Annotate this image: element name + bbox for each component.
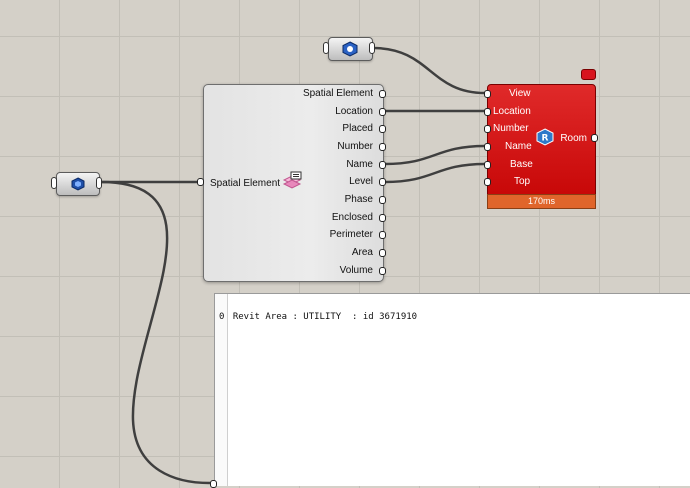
spatial-element-input-label: Spatial Element <box>210 178 281 189</box>
input-number: Number <box>493 123 529 134</box>
wire-level <box>384 162 486 184</box>
port-spatial-element[interactable] <box>379 90 386 98</box>
output-name: Name <box>346 159 373 170</box>
spatial-element-icon <box>282 171 302 189</box>
input-base: Base <box>510 159 533 170</box>
room-input-port-top[interactable] <box>484 178 491 186</box>
port-phase[interactable] <box>379 196 386 204</box>
port-area[interactable] <box>379 249 386 257</box>
wire-source-to-panel <box>100 180 215 485</box>
panel-row-index: 0 <box>219 312 225 322</box>
output-spatial-element: Spatial Element <box>302 88 373 99</box>
panel-row-text: Revit Area : UTILITY : id 3671910 <box>232 312 418 322</box>
output-phase: Phase <box>344 194 373 205</box>
wire-name <box>384 144 486 166</box>
output-location: Location <box>335 106 373 117</box>
room-input-port-location[interactable] <box>484 108 491 116</box>
revit-element-input-port[interactable] <box>51 177 57 189</box>
revit-view-input-port[interactable] <box>323 42 329 54</box>
spatial-element-input-port[interactable] <box>197 178 204 186</box>
wire-view <box>372 46 486 95</box>
output-panel[interactable]: 0 Revit Area : UTILITY : id 3671910 <box>214 293 690 486</box>
port-number[interactable] <box>379 143 386 151</box>
port-enclosed[interactable] <box>379 214 386 222</box>
room-output-port[interactable] <box>591 134 598 142</box>
port-level[interactable] <box>379 178 386 186</box>
error-status-tag[interactable] <box>581 69 596 80</box>
port-location[interactable] <box>379 108 386 116</box>
spatial-element-component[interactable]: Spatial Element Spatial Element Location… <box>203 84 384 282</box>
execution-timer: 170ms <box>487 194 596 209</box>
revit-view-param-node[interactable] <box>328 37 373 61</box>
revit-room-icon: R <box>536 128 554 146</box>
revit-view-icon <box>342 41 358 57</box>
room-input-port-base[interactable] <box>484 161 491 169</box>
panel-row: 0 Revit Area : UTILITY : id 3671910 <box>219 312 417 322</box>
revit-element-icon <box>71 177 85 191</box>
room-input-port-name[interactable] <box>484 143 491 151</box>
input-top: Top <box>514 176 531 187</box>
output-number: Number <box>337 141 373 152</box>
output-enclosed: Enclosed <box>331 212 373 223</box>
input-view: View <box>509 88 531 99</box>
port-placed[interactable] <box>379 125 386 133</box>
panel-index-gutter <box>215 294 228 486</box>
port-perimeter[interactable] <box>379 231 386 239</box>
port-name[interactable] <box>379 161 386 169</box>
room-input-port-view[interactable] <box>484 90 491 98</box>
revit-element-param-node[interactable] <box>56 172 100 196</box>
output-perimeter: Perimeter <box>329 229 373 240</box>
room-input-port-number[interactable] <box>484 125 491 133</box>
output-level: Level <box>349 176 373 187</box>
input-name: Name <box>505 141 532 152</box>
output-room: Room <box>560 133 587 144</box>
output-area: Area <box>351 247 373 258</box>
panel-input-port[interactable] <box>210 480 217 488</box>
revit-view-output-port[interactable] <box>369 42 375 54</box>
svg-text:R: R <box>542 134 549 144</box>
port-volume[interactable] <box>379 267 386 275</box>
output-volume: Volume <box>339 265 373 276</box>
revit-element-output-port[interactable] <box>96 177 102 189</box>
input-location: Location <box>493 106 531 117</box>
room-component[interactable]: View Location Number Name Base Top R Roo… <box>487 84 596 195</box>
output-placed: Placed <box>342 123 373 134</box>
